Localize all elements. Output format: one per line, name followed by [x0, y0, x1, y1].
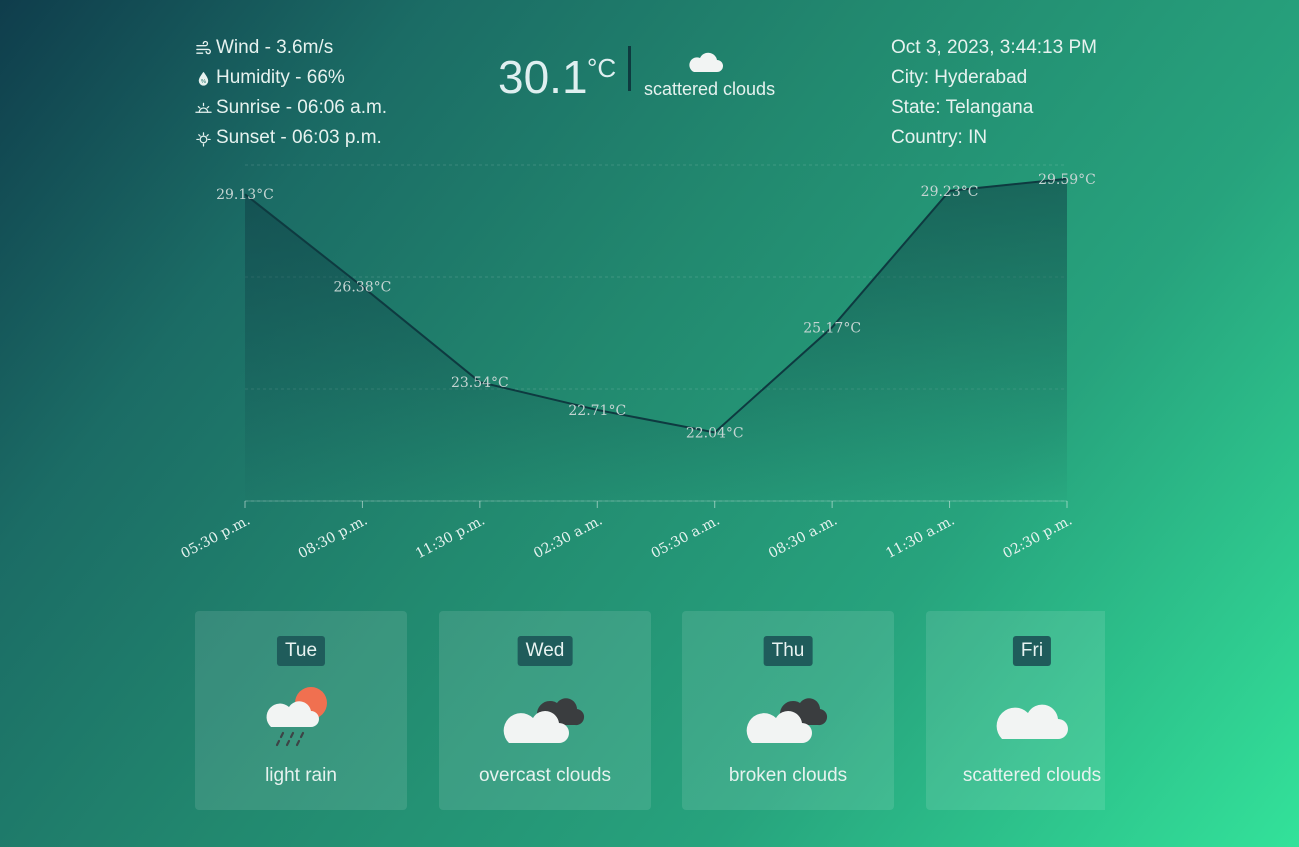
temperature-chart: 29.13°C 26.38°C 23.54°C 22.71°C 22.04°C 25.17…: [178, 164, 1096, 562]
x-tick-label: 02:30 a.m.: [531, 512, 605, 561]
data-label: 29.59°C: [1038, 172, 1096, 188]
overcast-clouds-icon: [503, 698, 585, 743]
forecast-description: overcast clouds: [478, 765, 611, 786]
forecast-card[interactable]: Tue light rain: [195, 611, 407, 810]
forecast-cards: Tue light rain Wed overcast clouds Thu b…: [195, 611, 1105, 810]
forecast-description: light rain: [265, 765, 337, 786]
data-label: 22.04°C: [686, 425, 744, 441]
x-tick-label: 08:30 p.m.: [296, 512, 371, 562]
x-tick-label: 05:30 a.m.: [649, 512, 723, 561]
x-tick-label: 11:30 a.m.: [883, 512, 957, 561]
forecast-description: scattered clouds: [962, 765, 1102, 786]
forecast-day: Wed: [517, 636, 573, 666]
data-label: 22.71°C: [568, 403, 626, 419]
x-tick-label: 02:30 p.m.: [1000, 512, 1075, 562]
data-label: 25.17°C: [803, 320, 861, 336]
forecast-card[interactable]: Wed overcast clouds: [439, 611, 651, 810]
scattered-clouds-icon: [996, 704, 1068, 739]
forecast-card[interactable]: Fri scattered clouds: [926, 611, 1105, 810]
data-label: 26.38°C: [334, 280, 392, 296]
forecast-description: broken clouds: [728, 765, 848, 786]
forecast-day: Fri: [1012, 636, 1052, 666]
data-label: 29.13°C: [216, 187, 274, 203]
x-tick-label: 05:30 p.m.: [178, 512, 253, 562]
x-axis: 05:30 p.m. 08:30 p.m. 11:30 p.m. 02:30 a.m.…: [178, 500, 1075, 562]
broken-clouds-icon: [746, 698, 828, 743]
forecast-day: Tue: [276, 636, 326, 666]
chart-area: [245, 178, 1067, 501]
rain-sun-icon: [266, 687, 327, 747]
x-tick-label: 11:30 p.m.: [413, 512, 488, 562]
x-tick-label: 08:30 a.m.: [766, 512, 840, 561]
data-label: 23.54°C: [451, 375, 509, 391]
data-label: 29.23°C: [921, 184, 979, 200]
forecast-day: Thu: [763, 636, 813, 666]
forecast-card[interactable]: Thu broken clouds: [682, 611, 894, 810]
